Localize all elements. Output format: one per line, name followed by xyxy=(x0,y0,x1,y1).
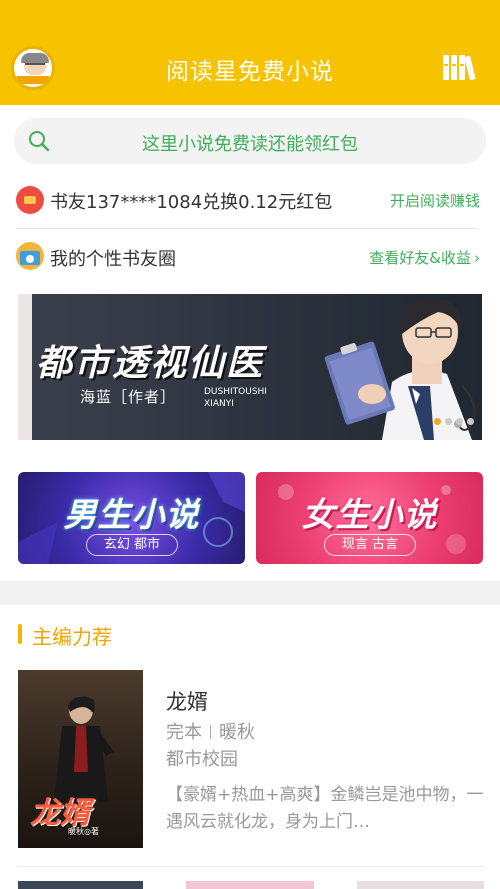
page-title: 阅读星免费小说 xyxy=(166,59,334,85)
search-bar[interactable]: 这里小说免费读还能领红包 xyxy=(14,118,486,164)
divider xyxy=(16,228,478,229)
search-placeholder: 这里小说免费读还能领红包 xyxy=(142,134,358,155)
banner-pinyin-line1: DUSHITOUSHI xyxy=(204,387,267,397)
start-reading-earn-link[interactable]: 开启阅读赚钱 xyxy=(390,190,480,211)
view-friends-earnings-link[interactable]: 查看好友&收益 › xyxy=(369,247,480,268)
book-title[interactable]: 龙婿 xyxy=(166,686,208,716)
redpacket-notice-text: 书友137****1084兑换0.12元红包 xyxy=(50,192,333,213)
section-separator xyxy=(0,581,500,605)
next-book-cover[interactable] xyxy=(357,881,484,889)
book-circle-row[interactable]: 我的个性书友圈 查看好友&收益 › xyxy=(16,237,484,277)
bookshelf-icon[interactable] xyxy=(442,52,476,82)
male-novels-title: 男生小说 xyxy=(63,495,200,534)
book-circle-icon xyxy=(16,242,44,270)
banner-dot xyxy=(456,418,463,425)
book-cover[interactable]: 龙婿 暖秋◎著 xyxy=(18,670,143,848)
male-novels-card[interactable]: 男生小说 玄幻 都市 xyxy=(18,472,245,564)
book-author: 暖秋 xyxy=(219,722,255,743)
divider xyxy=(18,866,484,867)
meta-divider xyxy=(210,725,211,739)
banner-author: 海蓝［作者］ xyxy=(80,388,177,406)
chevron-right-icon: › xyxy=(474,249,480,267)
female-novels-card[interactable]: 女生小说 现言 古言 xyxy=(256,472,483,564)
banner-dot xyxy=(467,418,474,425)
book-status: 完本 xyxy=(166,722,202,743)
next-book-cover[interactable] xyxy=(18,881,143,889)
female-novels-subtitle: 现言 古言 xyxy=(324,534,416,556)
view-friends-earnings-label: 查看好友&收益 xyxy=(369,249,471,267)
cover-author: 暖秋◎著 xyxy=(68,827,99,836)
section-accent-bar xyxy=(18,624,22,644)
banner-dot-active xyxy=(434,418,441,425)
male-novels-subtitle: 玄幻 都市 xyxy=(86,534,178,556)
app-header: 阅读星免费小说 xyxy=(0,0,500,105)
promo-banner[interactable]: 都市透视仙医 海蓝［作者］ DUSHITOUSHI XIANYI xyxy=(18,294,482,440)
banner-dot xyxy=(445,418,452,425)
female-novels-title: 女生小说 xyxy=(301,495,438,534)
red-packet-icon xyxy=(16,186,44,214)
book-description: 【豪婿+热血+高爽】金鳞岂是池中物，一遇风云就化龙，身为上门… xyxy=(166,785,484,832)
banner-title: 都市透视仙医 xyxy=(36,342,265,384)
cover-figure xyxy=(54,696,114,802)
banner-pinyin-line2: XIANYI xyxy=(204,399,234,409)
book-meta: 完本 暖秋 xyxy=(166,718,255,744)
next-book-cover[interactable] xyxy=(186,881,314,889)
book-category: 都市校园 xyxy=(166,749,238,770)
banner-pinyin: DUSHITOUSHI XIANYI xyxy=(204,386,267,410)
section-title: 主编力荐 xyxy=(32,625,112,649)
banner-prev-edge xyxy=(18,294,32,440)
redpacket-notice-row: 书友137****1084兑换0.12元红包 开启阅读赚钱 xyxy=(16,180,484,220)
book-circle-text: 我的个性书友圈 xyxy=(50,249,176,270)
